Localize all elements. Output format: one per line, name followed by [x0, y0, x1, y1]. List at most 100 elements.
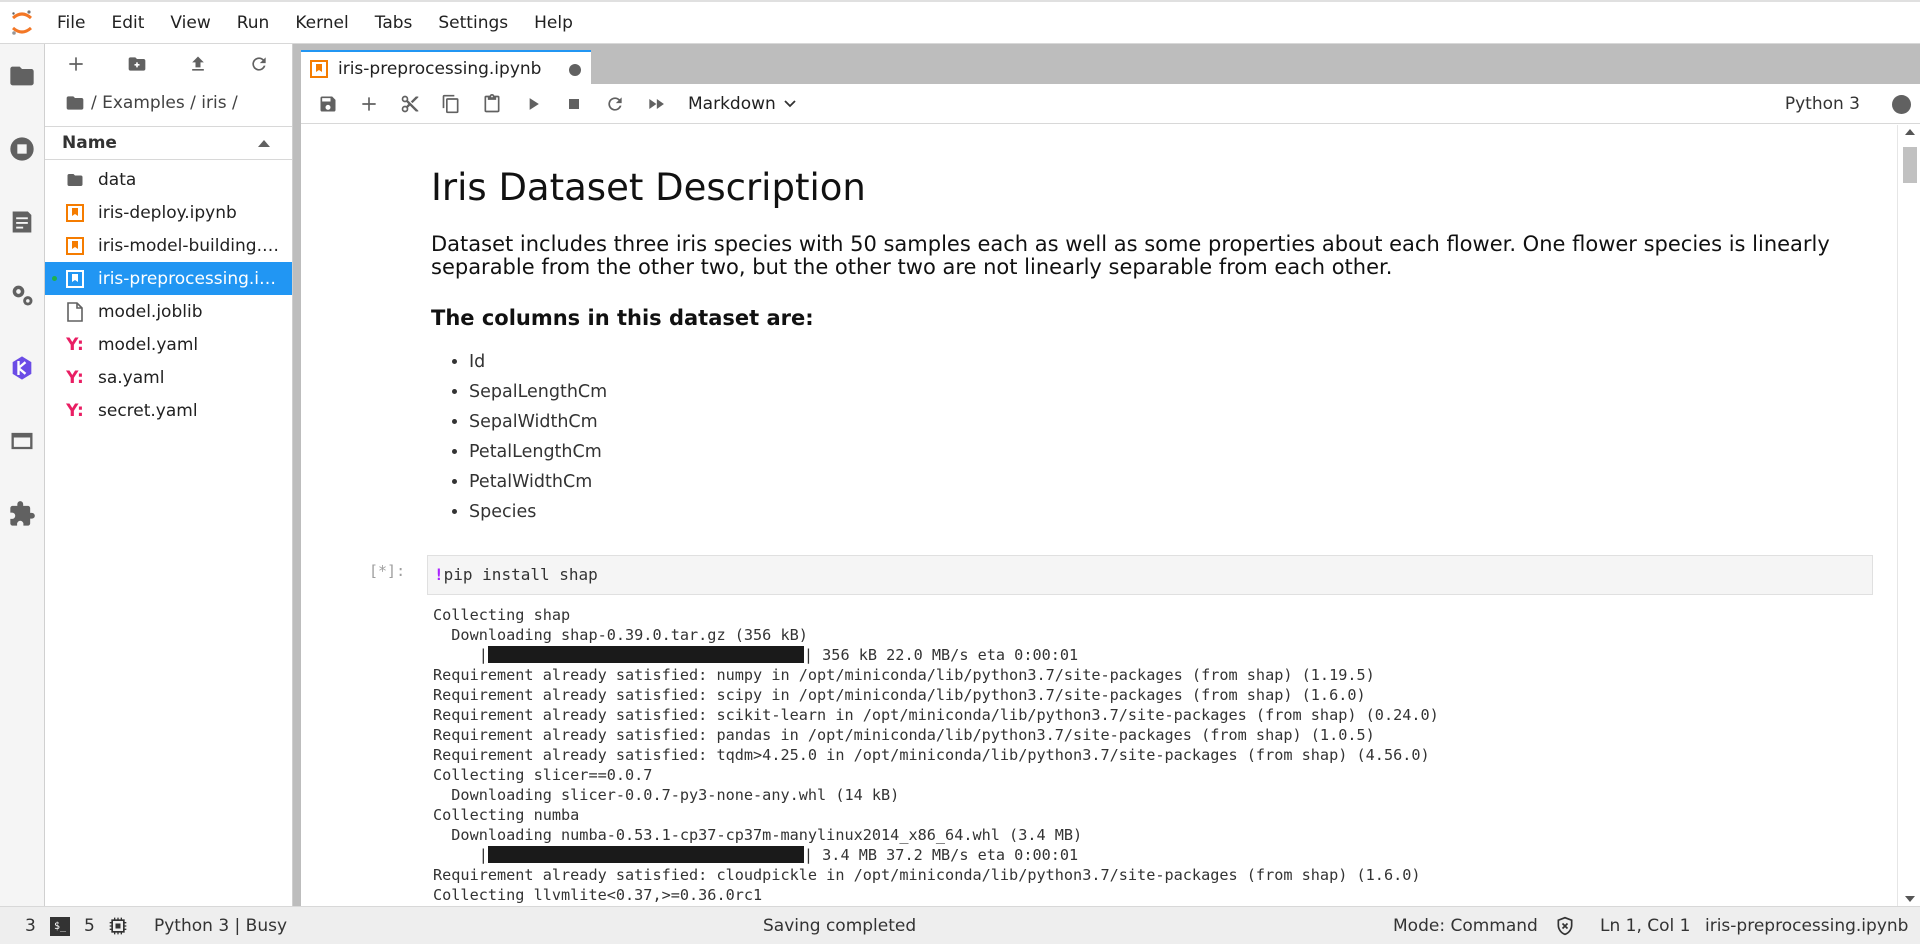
notebook-toolbar: Markdown Python 3: [301, 84, 1920, 124]
list-item: PetalLengthCm: [469, 437, 1871, 467]
status-bar: 3 $_ 5 Python 3 | Busy Saving completed …: [0, 906, 1920, 944]
notebook-icon: [310, 59, 328, 78]
sort-ascending-icon: [258, 140, 270, 147]
mode-indicator[interactable]: Mode: Command: [1393, 907, 1538, 944]
list-item: SepalLengthCm: [469, 377, 1871, 407]
menu-tabs[interactable]: Tabs: [362, 2, 426, 44]
menu-kernel[interactable]: Kernel: [282, 2, 361, 44]
output-line: | | 3.4 MB 37.2 MB/s eta 0:00:01: [433, 846, 1079, 864]
file-browser-panel: / Examples / iris / Name data iris-deplo…: [45, 44, 293, 906]
markdown-description: Dataset includes three iris species with…: [431, 232, 1830, 279]
menu-file[interactable]: File: [44, 2, 98, 44]
unsaved-dot-icon[interactable]: [569, 64, 581, 76]
menu-help[interactable]: Help: [521, 2, 586, 44]
cell-type-value: Markdown: [688, 93, 776, 114]
new-launcher-button[interactable]: [45, 44, 106, 84]
file-name: iris-model-building.ipynb: [98, 235, 280, 256]
code-cell-editor[interactable]: !pip install shap: [427, 555, 1873, 595]
output-line: Collecting shap: [433, 606, 571, 624]
jupyterlab-window: File Edit View Run Kernel Tabs Settings …: [0, 0, 1920, 944]
jupyter-logo-icon[interactable]: [0, 2, 44, 44]
terminal-count[interactable]: 3: [25, 907, 36, 944]
insert-cell-button[interactable]: [348, 84, 389, 124]
file-item-iris-model-building[interactable]: iris-model-building.ipynb: [45, 229, 292, 262]
menubar: File Edit View Run Kernel Tabs Settings …: [0, 0, 1920, 44]
notebook-icon: [65, 236, 85, 256]
running-icon[interactable]: [0, 127, 44, 171]
download-progress-bar: [487, 646, 804, 663]
output-line: Downloading numba-0.53.1-cp37-cp37m-many…: [433, 826, 1083, 844]
refresh-button[interactable]: [228, 44, 289, 84]
cut-button[interactable]: [389, 84, 430, 124]
commands-icon[interactable]: [0, 200, 44, 244]
list-item: Id: [469, 347, 1871, 377]
file-item-data[interactable]: data: [45, 163, 292, 196]
upload-button[interactable]: [167, 44, 228, 84]
list-item: Species: [469, 497, 1871, 527]
copy-button[interactable]: [430, 84, 471, 124]
file-item-iris-preprocessing[interactable]: iris-preprocessing.ipynb: [45, 262, 292, 295]
menu-view[interactable]: View: [157, 2, 223, 44]
tab-iris-preprocessing[interactable]: iris-preprocessing.ipynb: [301, 50, 591, 85]
new-folder-button[interactable]: [106, 44, 167, 84]
file-icon: [65, 301, 85, 322]
notebook-cells: Iris Dataset Description Dataset include…: [301, 125, 1897, 906]
file-name: model.joblib: [98, 301, 203, 322]
breadcrumb-path[interactable]: / Examples / iris /: [91, 93, 238, 113]
trusted-shield-icon[interactable]: [1555, 916, 1575, 941]
file-item-sa-yaml[interactable]: Y: sa.yaml: [45, 361, 292, 394]
save-button[interactable]: [307, 84, 348, 124]
list-item: PetalWidthCm: [469, 467, 1871, 497]
scrollbar-thumb[interactable]: [1903, 147, 1917, 183]
code-source: pip install shap: [443, 565, 598, 584]
tabs-icon[interactable]: [0, 419, 44, 463]
run-cell-button[interactable]: [512, 84, 553, 124]
file-item-model-joblib[interactable]: model.joblib: [45, 295, 292, 328]
file-name: iris-preprocessing.ipynb: [98, 268, 280, 289]
terminal-icon[interactable]: $_: [50, 917, 70, 936]
menu-run[interactable]: Run: [224, 2, 283, 44]
scroll-down-arrow-icon[interactable]: [1905, 896, 1915, 902]
output-line: Requirement already satisfied: tqdm>4.25…: [433, 746, 1430, 764]
file-item-iris-deploy[interactable]: iris-deploy.ipynb: [45, 196, 292, 229]
home-folder-icon[interactable]: [65, 93, 85, 113]
file-item-secret-yaml[interactable]: Y: secret.yaml: [45, 394, 292, 427]
file-name: model.yaml: [98, 334, 199, 355]
kernel-gear-icon[interactable]: [108, 916, 128, 941]
menu-settings[interactable]: Settings: [425, 2, 521, 44]
file-name: iris-deploy.ipynb: [98, 202, 237, 223]
kernel-count[interactable]: 5: [84, 907, 95, 944]
interrupt-kernel-button[interactable]: [553, 84, 594, 124]
scroll-up-arrow-icon[interactable]: [1905, 129, 1915, 135]
name-column-header[interactable]: Name: [62, 133, 117, 153]
notebook-icon: [65, 203, 85, 223]
breadcrumb: / Examples / iris /: [45, 84, 292, 122]
running-indicator: [52, 276, 57, 281]
kernel-status-text[interactable]: Python 3 | Busy: [154, 907, 287, 944]
notebook-scrollbar[interactable]: [1897, 125, 1920, 906]
cell-type-dropdown[interactable]: Markdown: [688, 94, 796, 114]
kernel-name[interactable]: Python 3: [1785, 84, 1860, 124]
restart-kernel-button[interactable]: [594, 84, 635, 124]
property-inspector-icon[interactable]: [0, 273, 44, 317]
paste-button[interactable]: [471, 84, 512, 124]
download-progress-bar: [487, 846, 804, 863]
notebook-icon: [65, 269, 85, 289]
chevron-down-icon: [784, 99, 796, 107]
file-list-header[interactable]: Name: [45, 126, 292, 160]
main-dock-area: iris-preprocessing.ipynb Markdown Python…: [293, 44, 1920, 906]
output-line: Collecting slicer==0.0.7: [433, 766, 653, 784]
yaml-icon: Y:: [66, 334, 84, 355]
file-item-model-yaml[interactable]: Y: model.yaml: [45, 328, 292, 361]
file-browser-toolbar: [45, 44, 292, 84]
tab-label: iris-preprocessing.ipynb: [338, 58, 542, 79]
document-tab-bar: iris-preprocessing.ipynb: [293, 44, 1920, 85]
extension-icon[interactable]: [0, 492, 44, 536]
kubeflow-icon[interactable]: [0, 346, 44, 390]
markdown-cell[interactable]: Iris Dataset Description Dataset include…: [431, 165, 1871, 527]
folder-icon[interactable]: [0, 54, 44, 98]
cursor-position[interactable]: Ln 1, Col 1: [1600, 907, 1691, 944]
restart-run-all-button[interactable]: [635, 84, 676, 124]
menu-edit[interactable]: Edit: [98, 2, 157, 44]
output-line: Collecting llvmlite<0.37,>=0.36.0rc1: [433, 886, 763, 904]
